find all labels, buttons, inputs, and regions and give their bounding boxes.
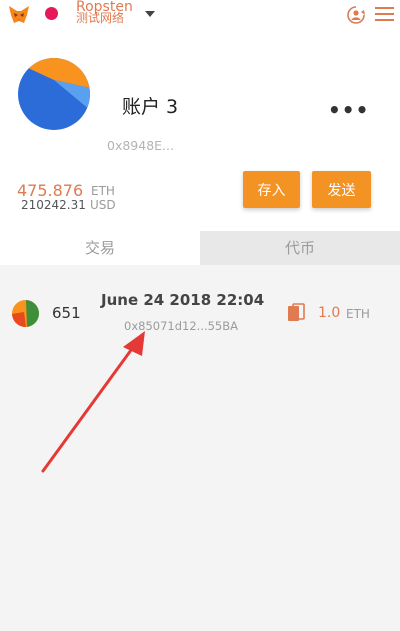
deposit-button[interactable]: 存入	[243, 171, 300, 208]
network-subtitle[interactable]: 测试网络	[76, 12, 124, 25]
account-avatar	[18, 58, 90, 130]
transaction-hash[interactable]: 0x85071d12...55BA	[124, 319, 238, 333]
account-name: 账户 3	[122, 96, 179, 118]
tab-transactions[interactable]: 交易	[0, 231, 200, 265]
transaction-list: 651 June 24 2018 22:04 0x85071d12...55BA…	[0, 265, 400, 631]
tab-bar: 交易 代币	[0, 231, 400, 265]
transaction-date: June 24 2018 22:04	[101, 291, 265, 309]
network-status-dot[interactable]	[45, 7, 58, 20]
transaction-nonce: 651	[52, 304, 81, 322]
account-switch-icon[interactable]	[346, 5, 366, 25]
account-card: 账户 3 ••• 0x8948E... 475.876 ETH 210242.3…	[0, 34, 400, 231]
tab-tokens[interactable]: 代币	[200, 231, 400, 265]
top-bar: Ropsten 测试网络	[0, 0, 400, 34]
more-options-icon[interactable]: •••	[328, 98, 369, 122]
account-address[interactable]: 0x8948E...	[107, 138, 174, 153]
hamburger-menu-icon[interactable]	[375, 7, 394, 23]
copy-icon[interactable]	[287, 303, 305, 323]
transaction-amount: 1.0	[318, 305, 341, 321]
send-button[interactable]: 发送	[312, 171, 371, 208]
balance-usd-unit: USD	[90, 198, 116, 212]
transaction-identicon	[12, 300, 39, 327]
metamask-fox-icon[interactable]	[8, 5, 30, 25]
balance-eth-unit: ETH	[91, 184, 115, 198]
balance-usd: 210242.31	[21, 198, 86, 212]
chevron-down-icon[interactable]	[145, 11, 155, 17]
transaction-unit: ETH	[346, 307, 370, 321]
